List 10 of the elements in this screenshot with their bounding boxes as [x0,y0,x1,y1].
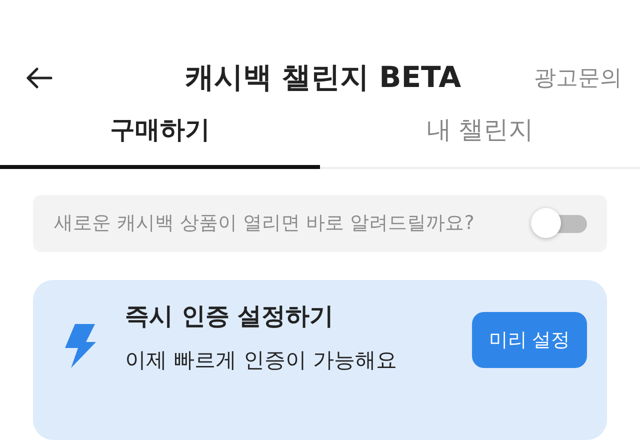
setup-button[interactable]: 미리 설정 [472,312,587,368]
toggle-switch[interactable] [531,208,587,238]
promo-title: 즉시 인증 설정하기 [125,301,335,332]
promo-subtitle: 이제 빠르게 인증이 가능해요 [125,347,398,374]
ad-inquiry-link[interactable]: 광고문의 [534,63,622,94]
tab[interactable]: 내 챌린지 [320,104,640,169]
notice-text: 새로운 캐시백 상품이 열리면 바로 알려드릴까요? [54,211,474,236]
lightning-icon [65,324,97,368]
page-title: 캐시백 챌린지 BETA [184,59,462,96]
tab[interactable]: 구매하기 [0,104,320,169]
